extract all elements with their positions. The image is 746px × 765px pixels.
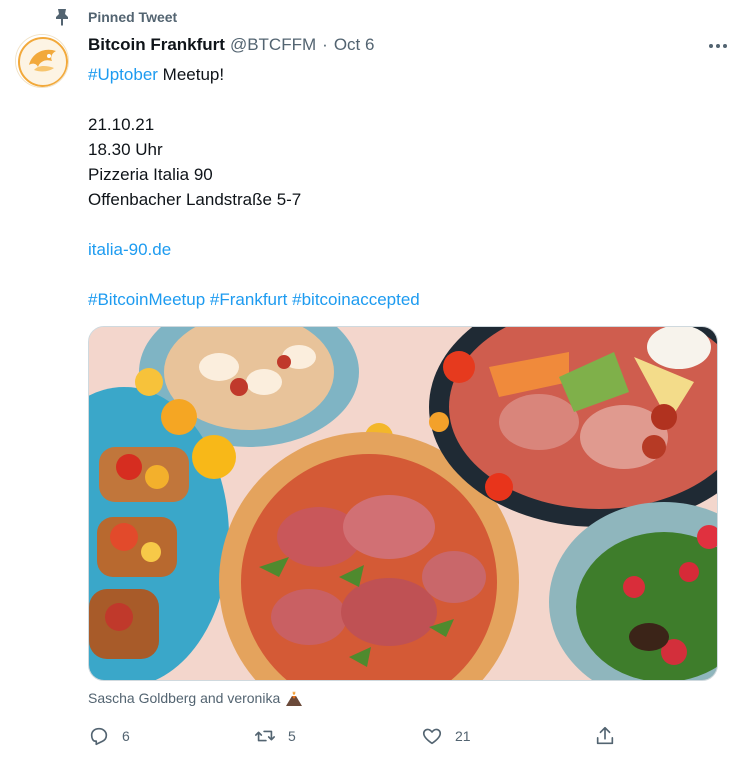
share-button[interactable] [594, 725, 616, 747]
author-name[interactable]: Bitcoin Frankfurt [88, 35, 225, 55]
dot-icon [709, 44, 713, 48]
author-handle[interactable]: @BTCFFM [230, 35, 316, 55]
volcano-icon [285, 689, 303, 707]
separator-dot: · [322, 35, 328, 54]
avatar[interactable] [15, 34, 69, 88]
hashtag-link[interactable]: #BitcoinMeetup [88, 290, 205, 309]
tagged-users[interactable]: Sascha Goldberg and veronika [88, 688, 303, 708]
event-date: 21.10.21 [88, 115, 155, 134]
retweet-icon [255, 730, 275, 742]
retweet-button[interactable]: 5 [254, 725, 296, 747]
dot-icon [723, 44, 727, 48]
hashtag-link[interactable]: #bitcoinaccepted [292, 290, 420, 309]
pinned-indicator: Pinned Tweet [52, 6, 177, 28]
like-button[interactable]: 21 [421, 725, 471, 747]
retweet-count: 5 [288, 728, 296, 744]
heart-icon [422, 728, 442, 745]
tweet-title-rest: Meetup! [157, 65, 225, 84]
more-options-button[interactable] [700, 34, 736, 58]
reply-count: 6 [122, 728, 130, 744]
event-venue: Pizzeria Italia 90 [88, 165, 213, 184]
pinned-label: Pinned Tweet [88, 9, 178, 25]
event-address: Offenbacher Landstraße 5-7 [88, 190, 302, 209]
tweet-text: #Uptober Meetup! 21.10.21 18.30 Uhr Pizz… [88, 62, 718, 312]
hashtag-uptober[interactable]: #Uptober [88, 65, 158, 84]
tagged-users-text: Sascha Goldberg and veronika [88, 690, 281, 706]
tweet-header: Bitcoin Frankfurt @BTCFFM · Oct 6 [88, 34, 730, 56]
tweet-actions: 6 5 21 [88, 722, 628, 750]
website-link[interactable]: italia-90.de [88, 240, 171, 259]
reply-button[interactable]: 6 [88, 725, 130, 747]
dot-icon [716, 44, 720, 48]
tweet-image[interactable] [88, 326, 718, 681]
event-time: 18.30 Uhr [88, 140, 163, 159]
tweet-date[interactable]: Oct 6 [334, 35, 375, 55]
share-icon [596, 726, 614, 745]
hashtag-link[interactable]: #Frankfurt [210, 290, 287, 309]
reply-icon [90, 727, 108, 746]
like-count: 21 [455, 728, 471, 744]
pin-icon [52, 7, 72, 27]
